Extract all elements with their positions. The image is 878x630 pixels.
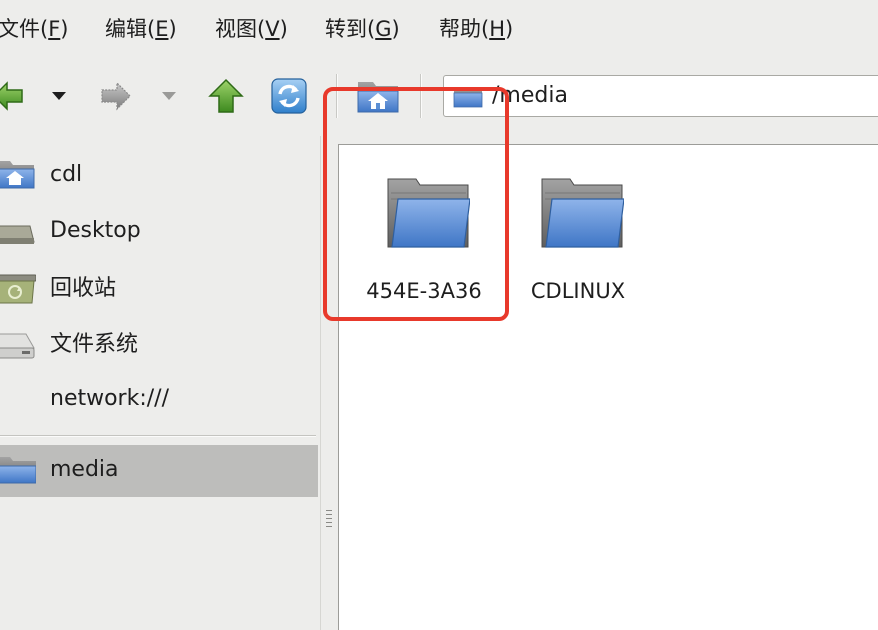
folder-icon bbox=[0, 451, 37, 491]
file-item-cdlinux[interactable]: CDLINUX bbox=[503, 145, 653, 303]
toolbar-separator bbox=[336, 74, 338, 118]
menu-edit-label: 编辑( bbox=[105, 17, 156, 41]
menu-go-label: 转到( bbox=[325, 17, 376, 41]
menu-edit[interactable]: 编辑(E) bbox=[105, 14, 177, 44]
reload-button[interactable] bbox=[269, 76, 309, 116]
sidebar-item-desktop[interactable]: Desktop bbox=[0, 206, 318, 258]
location-bar[interactable]: /media bbox=[443, 75, 878, 117]
menu-help-close: ) bbox=[505, 17, 514, 41]
menu-bar: 文件(F) 编辑(E) 视图(V) 转到(G) 帮助(H) bbox=[0, 0, 878, 58]
sidebar-item-label: 回收站 bbox=[50, 276, 117, 301]
menu-file-label: 文件( bbox=[0, 17, 49, 41]
home-folder-icon bbox=[0, 156, 36, 196]
home-button[interactable] bbox=[355, 76, 401, 116]
divider-grip-icon bbox=[326, 510, 332, 530]
trash-icon bbox=[0, 270, 37, 310]
back-button[interactable] bbox=[0, 78, 26, 114]
toolbar: /media bbox=[0, 58, 878, 136]
folder-icon bbox=[386, 175, 471, 253]
sidebar-item-label: media bbox=[50, 457, 119, 482]
back-history-dropdown-icon bbox=[52, 92, 66, 100]
sidebar-item-cdl[interactable]: cdl bbox=[0, 150, 318, 202]
menu-view[interactable]: 视图(V) bbox=[215, 14, 288, 44]
forward-history-dropdown-icon bbox=[162, 92, 176, 100]
menu-file-close: ) bbox=[60, 17, 69, 41]
sidebar-item-trash[interactable]: 回收站 bbox=[0, 264, 318, 316]
side-pane: cdl Desktop 回收站 文件系统 network:/// media bbox=[0, 136, 320, 630]
up-icon bbox=[208, 78, 244, 113]
desktop-icon bbox=[0, 212, 36, 252]
up-button[interactable] bbox=[207, 77, 245, 115]
forward-icon bbox=[101, 81, 131, 111]
back-history-button[interactable] bbox=[50, 88, 68, 102]
menu-help-label: 帮助( bbox=[439, 17, 490, 41]
harddisk-icon bbox=[0, 326, 36, 366]
file-name: CDLINUX bbox=[530, 279, 626, 303]
sidebar-item-network[interactable]: network:/// bbox=[0, 374, 318, 426]
file-name: 454E-3A36 bbox=[366, 279, 482, 303]
sidebar-item-media[interactable]: media bbox=[0, 445, 318, 497]
reload-icon bbox=[271, 78, 307, 114]
back-icon bbox=[0, 81, 23, 111]
menu-edit-close: ) bbox=[168, 17, 177, 41]
forward-button[interactable] bbox=[98, 78, 134, 114]
sidebar-item-label: Desktop bbox=[50, 218, 141, 243]
file-item-454e-3a36[interactable]: 454E-3A36 bbox=[349, 145, 499, 303]
folder-icon bbox=[453, 85, 483, 113]
file-view: 454E-3A36 CDLINUX bbox=[338, 144, 878, 630]
menu-go-close: ) bbox=[391, 17, 400, 41]
folder-icon bbox=[540, 175, 625, 253]
menu-file[interactable]: 文件(F) bbox=[0, 14, 69, 44]
menu-go[interactable]: 转到(G) bbox=[325, 14, 400, 44]
sidebar-item-label: 文件系统 bbox=[50, 332, 139, 357]
sidebar-separator bbox=[0, 435, 316, 437]
home-icon bbox=[357, 82, 399, 113]
location-path: /media bbox=[492, 83, 568, 108]
sidebar-item-label: network:/// bbox=[50, 386, 169, 411]
sidebar-item-label: cdl bbox=[50, 162, 83, 187]
menu-edit-accel: E bbox=[155, 17, 169, 41]
menu-help-accel: H bbox=[489, 17, 505, 41]
menu-file-accel: F bbox=[48, 17, 61, 41]
menu-view-close: ) bbox=[279, 17, 288, 41]
menu-help[interactable]: 帮助(H) bbox=[439, 14, 513, 44]
pane-divider[interactable] bbox=[320, 136, 338, 630]
forward-history-button[interactable] bbox=[160, 88, 178, 102]
menu-go-accel: G bbox=[375, 17, 392, 41]
sidebar-item-filesystem[interactable]: 文件系统 bbox=[0, 320, 318, 372]
menu-view-accel: V bbox=[265, 17, 280, 41]
toolbar-separator-2 bbox=[420, 74, 422, 118]
menu-view-label: 视图( bbox=[215, 17, 266, 41]
